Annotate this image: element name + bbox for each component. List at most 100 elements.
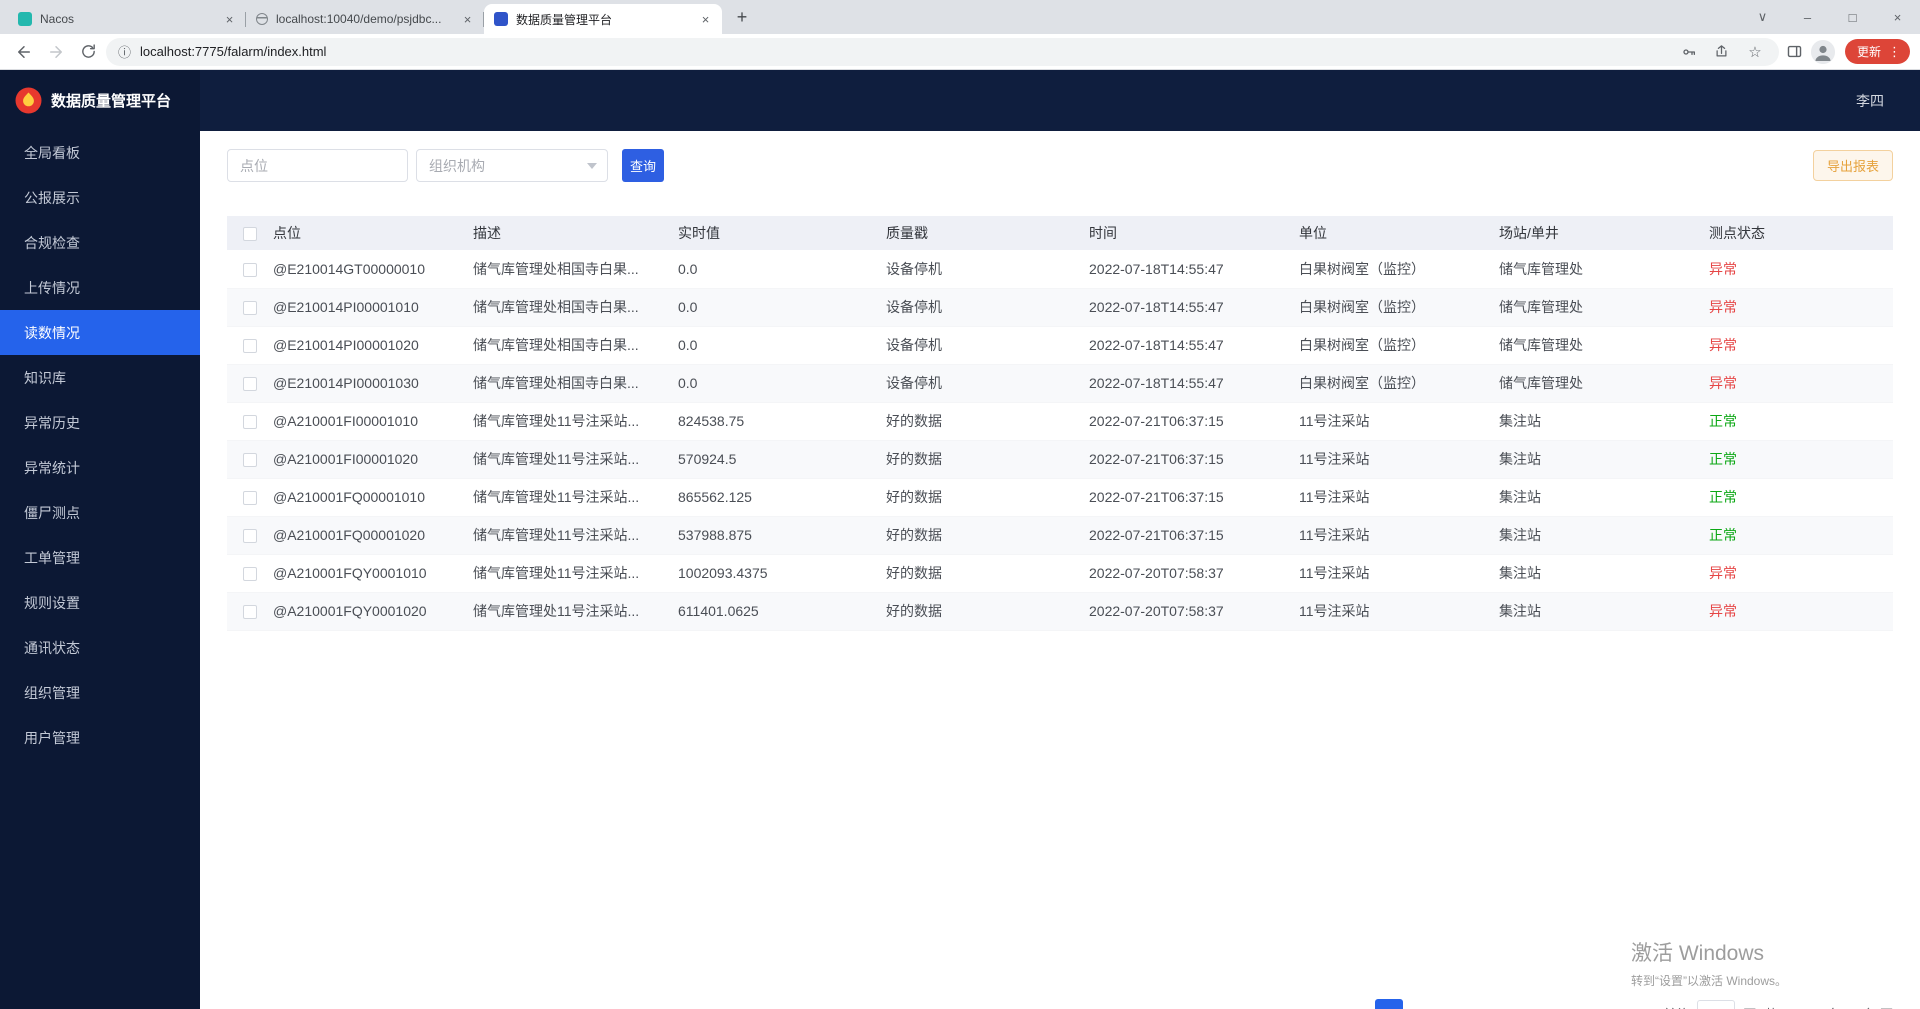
row-checkbox[interactable] — [243, 339, 257, 353]
cell-desc: 储气库管理处11号注采站... — [473, 440, 678, 478]
cell-time: 2022-07-18T14:55:47 — [1089, 326, 1299, 364]
row-checkbox[interactable] — [243, 605, 257, 619]
cell-status: 正常 — [1709, 440, 1893, 478]
windows-watermark: 激活 Windows 转到“设置”以激活 Windows。 — [1631, 937, 1787, 989]
cell-station: 集注站 — [1499, 440, 1709, 478]
pagination: ‹ 12345…10000 › 前往 页 共 100051 条 10条/页 — [1343, 998, 1893, 1009]
prev-page-icon[interactable]: ‹ — [1343, 999, 1367, 1009]
row-checkbox[interactable] — [243, 377, 257, 391]
cell-status: 异常 — [1709, 288, 1893, 326]
row-checkbox[interactable] — [243, 529, 257, 543]
profile-avatar[interactable] — [1811, 40, 1835, 64]
cell-time: 2022-07-21T06:37:15 — [1089, 440, 1299, 478]
row-checkbox[interactable] — [243, 567, 257, 581]
search-button[interactable]: 查询 — [622, 149, 664, 182]
export-report-button[interactable]: 导出报表 — [1813, 150, 1893, 181]
side-panel-icon[interactable] — [1783, 40, 1807, 64]
main-area: 李四 组织机构 查询 导出报表 — [200, 70, 1920, 1009]
site-info-icon[interactable]: ⓘ — [118, 42, 131, 61]
chrome-update-button[interactable]: 更新 ⋮ — [1845, 39, 1910, 64]
row-checkbox[interactable] — [243, 415, 257, 429]
tab-close-icon[interactable]: × — [459, 11, 476, 28]
cell-time: 2022-07-18T14:55:47 — [1089, 288, 1299, 326]
omnibox[interactable]: ⓘ localhost:7775/falarm/index.html ☆ — [106, 38, 1779, 66]
tab-search-chevron-icon[interactable]: ∨ — [1740, 0, 1785, 34]
watermark-line2: 转到“设置”以激活 Windows。 — [1631, 972, 1787, 989]
readings-table: 点位描述实时值质量戳时间单位场站/单井测点状态 @E210014GT000000… — [227, 216, 1893, 631]
cell-quality: 好的数据 — [886, 440, 1089, 478]
row-checkbox[interactable] — [243, 453, 257, 467]
browser-tab[interactable]: 数据质量管理平台× — [484, 4, 722, 34]
row-checkbox[interactable] — [243, 491, 257, 505]
cell-station: 集注站 — [1499, 402, 1709, 440]
cell-desc: 储气库管理处11号注采站... — [473, 402, 678, 440]
browser-menu-icon[interactable]: ⋮ — [1888, 44, 1901, 60]
sidebar-item-异常历史[interactable]: 异常历史 — [0, 400, 200, 445]
new-tab-button[interactable]: + — [728, 3, 756, 31]
reload-icon[interactable] — [74, 38, 102, 66]
sidebar-item-全局看板[interactable]: 全局看板 — [0, 130, 200, 175]
tab-title: localhost:10040/demo/psjdbc... — [276, 12, 451, 26]
sidebar-item-通讯状态[interactable]: 通讯状态 — [0, 625, 200, 670]
page-number[interactable]: 3 — [1443, 999, 1471, 1009]
row-checkbox[interactable] — [243, 301, 257, 315]
page-size[interactable]: 10条/页 — [1849, 1004, 1893, 1009]
cell-unit: 白果树阀室（监控） — [1299, 364, 1499, 402]
cell-desc: 储气库管理处相国寺白果... — [473, 288, 678, 326]
cell-station: 储气库管理处 — [1499, 288, 1709, 326]
watermark-line1: 激活 Windows — [1631, 937, 1787, 967]
back-icon[interactable] — [10, 38, 38, 66]
sidebar-item-合规检查[interactable]: 合规检查 — [0, 220, 200, 265]
page-number[interactable]: … — [1545, 999, 1573, 1009]
sidebar-item-组织管理[interactable]: 组织管理 — [0, 670, 200, 715]
sidebar-item-公报展示[interactable]: 公报展示 — [0, 175, 200, 220]
sidebar-item-工单管理[interactable]: 工单管理 — [0, 535, 200, 580]
share-icon[interactable] — [1710, 40, 1734, 64]
cell-unit: 11号注采站 — [1299, 440, 1499, 478]
username[interactable]: 李四 — [1856, 91, 1884, 111]
page-number[interactable]: 1 — [1375, 999, 1403, 1009]
window-close-icon[interactable]: × — [1875, 0, 1920, 34]
sidebar-item-读数情况[interactable]: 读数情况 — [0, 310, 200, 355]
jump-page-input[interactable] — [1697, 1000, 1735, 1009]
cell-time: 2022-07-18T14:55:47 — [1089, 364, 1299, 402]
tab-close-icon[interactable]: × — [221, 11, 238, 28]
bookmark-star-icon[interactable]: ☆ — [1743, 40, 1767, 64]
cell-point: @E210014PI00001020 — [273, 326, 473, 364]
maximize-icon[interactable]: □ — [1830, 0, 1875, 34]
sidebar-item-规则设置[interactable]: 规则设置 — [0, 580, 200, 625]
page-number[interactable]: 5 — [1511, 999, 1539, 1009]
sidebar-item-僵尸测点[interactable]: 僵尸测点 — [0, 490, 200, 535]
sidebar-item-异常统计[interactable]: 异常统计 — [0, 445, 200, 490]
app-favicon-icon — [494, 12, 508, 26]
point-input[interactable] — [227, 149, 408, 182]
cell-status: 正常 — [1709, 478, 1893, 516]
jump-prefix: 前往 — [1663, 1004, 1689, 1009]
cell-station: 储气库管理处 — [1499, 364, 1709, 402]
cell-point: @E210014PI00001030 — [273, 364, 473, 402]
cell-time: 2022-07-18T14:55:47 — [1089, 250, 1299, 288]
tab-close-icon[interactable]: × — [697, 11, 714, 28]
select-all-checkbox[interactable] — [243, 227, 257, 241]
row-checkbox[interactable] — [243, 263, 257, 277]
forward-icon[interactable] — [42, 38, 70, 66]
browser-tab[interactable]: Nacos× — [8, 4, 246, 34]
column-header: 时间 — [1089, 216, 1299, 250]
sidebar-menu: 全局看板公报展示合规检查上传情况读数情况知识库异常历史异常统计僵尸测点工单管理规… — [0, 130, 200, 760]
url-text[interactable]: localhost:7775/falarm/index.html — [140, 44, 1668, 59]
next-page-icon[interactable]: › — [1631, 999, 1655, 1009]
sidebar-item-知识库[interactable]: 知识库 — [0, 355, 200, 400]
page-number[interactable]: 10000 — [1579, 999, 1623, 1009]
cell-value: 824538.75 — [678, 402, 886, 440]
sidebar-item-用户管理[interactable]: 用户管理 — [0, 715, 200, 760]
cell-point: @E210014PI00001010 — [273, 288, 473, 326]
org-select[interactable]: 组织机构 — [416, 149, 608, 182]
page-number[interactable]: 4 — [1477, 999, 1505, 1009]
minimize-icon[interactable]: – — [1785, 0, 1830, 34]
page-number[interactable]: 2 — [1409, 999, 1437, 1009]
cell-status: 异常 — [1709, 592, 1893, 630]
password-key-icon[interactable] — [1677, 40, 1701, 64]
sidebar-item-上传情况[interactable]: 上传情况 — [0, 265, 200, 310]
browser-tab[interactable]: localhost:10040/demo/psjdbc... × — [246, 4, 484, 34]
table-row: @A210001FQY0001010储气库管理处11号注采站...1002093… — [227, 554, 1893, 592]
